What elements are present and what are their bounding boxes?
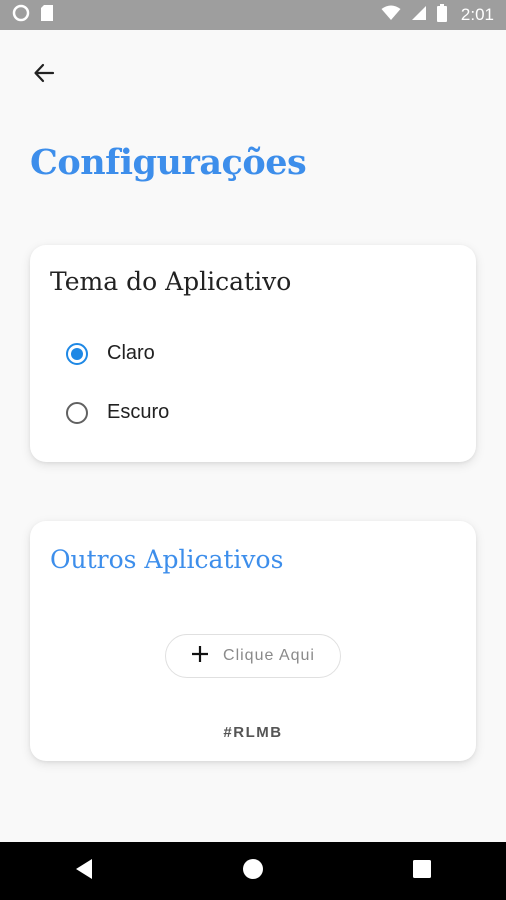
other-apps-title: Outros Aplicativos	[50, 545, 284, 574]
theme-option-claro[interactable]: Claro	[66, 342, 155, 365]
other-apps-card: Outros Aplicativos Clique Aqui #RLMB	[30, 521, 476, 761]
click-here-label: Clique Aqui	[223, 647, 315, 664]
theme-card-title: Tema do Aplicativo	[50, 267, 292, 296]
click-here-button[interactable]: Clique Aqui	[165, 634, 341, 678]
signal-icon	[411, 5, 427, 26]
radio-checked-icon[interactable]	[66, 342, 88, 365]
status-bar: 2:01	[0, 0, 506, 30]
nav-recents-button[interactable]	[392, 851, 452, 891]
hashtag-text: #RLMB	[223, 724, 283, 741]
navigation-bar	[0, 842, 506, 900]
battery-icon	[436, 3, 447, 27]
theme-card: Tema do Aplicativo Claro Escuro	[30, 245, 476, 462]
theme-option-escuro[interactable]: Escuro	[66, 401, 169, 424]
theme-option-label: Claro	[107, 342, 155, 364]
circle-icon	[12, 4, 30, 27]
nav-home-icon	[242, 858, 264, 885]
nav-back-icon	[74, 858, 94, 885]
plus-icon	[191, 645, 209, 668]
nav-recents-icon	[412, 859, 432, 884]
radio-unchecked-icon[interactable]	[66, 401, 88, 424]
theme-option-label: Escuro	[107, 401, 170, 423]
wifi-icon	[381, 5, 401, 26]
arrow-back-icon	[33, 62, 55, 89]
page-title: Configurações	[30, 142, 307, 183]
sd-card-icon	[40, 4, 54, 27]
nav-back-button[interactable]	[54, 851, 114, 891]
back-button[interactable]	[24, 58, 64, 92]
nav-home-button[interactable]	[223, 851, 283, 891]
status-time: 2:01	[460, 5, 494, 24]
